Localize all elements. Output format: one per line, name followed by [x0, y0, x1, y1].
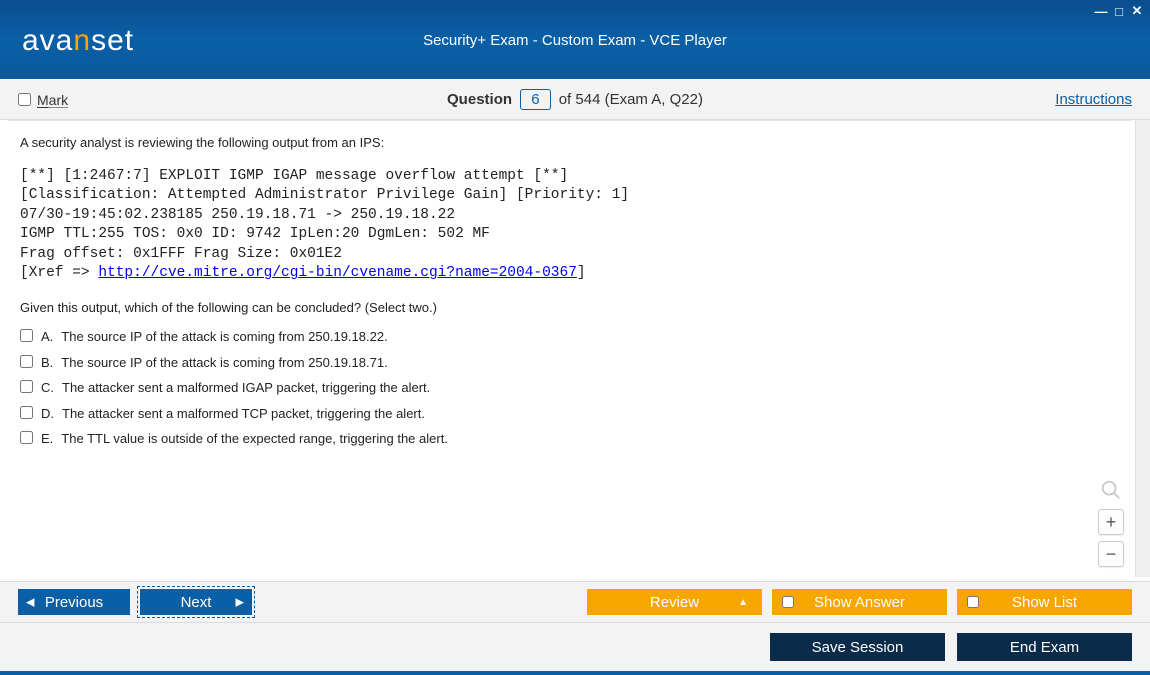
content-area: A security analyst is reviewing the foll…: [8, 120, 1132, 577]
mark-checkbox-wrap[interactable]: Mark: [18, 92, 68, 108]
option-a-letter: A.: [41, 327, 53, 347]
next-button[interactable]: Next ▶: [140, 589, 252, 615]
option-e-checkbox[interactable]: [20, 431, 33, 444]
question-word: Question: [447, 91, 512, 108]
ips-output: [**] [1:2467:7] EXPLOIT IGMP IGAP messag…: [20, 167, 1120, 284]
option-d-text: The attacker sent a malformed TCP packet…: [62, 404, 425, 424]
xref-link[interactable]: http://cve.mitre.org/cgi-bin/cvename.cgi…: [98, 265, 577, 281]
option-c-text: The attacker sent a malformed IGAP packe…: [62, 378, 430, 398]
option-e[interactable]: E. The TTL value is outside of the expec…: [20, 429, 1120, 449]
nav-bar: ◀ Previous Next ▶ Review ▲ Show Answer S…: [0, 581, 1150, 623]
option-a-checkbox[interactable]: [20, 329, 33, 342]
option-c-letter: C.: [41, 378, 54, 398]
option-a[interactable]: A. The source IP of the attack is coming…: [20, 327, 1120, 347]
window-title: Security+ Exam - Custom Exam - VCE Playe…: [0, 32, 1150, 49]
show-list-label: Show List: [1012, 594, 1077, 611]
option-e-letter: E.: [41, 429, 53, 449]
option-d[interactable]: D. The attacker sent a malformed TCP pac…: [20, 404, 1120, 424]
zoom-out-button[interactable]: −: [1098, 541, 1124, 567]
maximize-icon[interactable]: □: [1112, 4, 1126, 18]
title-bar: avanset Security+ Exam - Custom Exam - V…: [0, 0, 1150, 80]
option-d-letter: D.: [41, 404, 54, 424]
mono-post: ]: [577, 265, 586, 281]
option-b-letter: B.: [41, 353, 53, 373]
option-b-text: The source IP of the attack is coming fr…: [61, 353, 387, 373]
close-icon[interactable]: ✕: [1130, 4, 1144, 18]
chevron-right-icon: ▶: [236, 596, 244, 609]
show-answer-button[interactable]: Show Answer: [772, 589, 947, 615]
question-subprompt: Given this output, which of the followin…: [20, 298, 1120, 318]
zoom-controls: + −: [1098, 479, 1124, 567]
mark-label[interactable]: Mark: [37, 92, 68, 108]
option-e-text: The TTL value is outside of the expected…: [61, 429, 448, 449]
previous-button[interactable]: ◀ Previous: [18, 589, 130, 615]
question-meta: Question 6 of 544 (Exam A, Q22): [0, 89, 1150, 110]
option-c-checkbox[interactable]: [20, 380, 33, 393]
show-answer-label: Show Answer: [814, 594, 905, 611]
show-list-checkbox[interactable]: [967, 596, 979, 608]
triangle-up-icon: ▲: [738, 597, 748, 608]
zoom-in-button[interactable]: +: [1098, 509, 1124, 535]
option-b-checkbox[interactable]: [20, 355, 33, 368]
window-controls: — □ ✕: [1094, 4, 1144, 18]
next-label: Next: [181, 594, 212, 611]
minimize-icon[interactable]: —: [1094, 4, 1108, 18]
magnifier-icon[interactable]: [1100, 479, 1122, 501]
save-session-button[interactable]: Save Session: [770, 633, 945, 661]
bottom-bar: Save Session End Exam: [0, 623, 1150, 675]
chevron-left-icon: ◀: [26, 596, 34, 609]
question-of: of 544 (Exam A, Q22): [559, 91, 703, 108]
instructions-link[interactable]: Instructions: [1055, 91, 1132, 108]
info-bar: Mark Question 6 of 544 (Exam A, Q22) Ins…: [0, 80, 1150, 120]
previous-label: Previous: [45, 594, 103, 611]
mark-checkbox[interactable]: [18, 93, 31, 106]
option-a-text: The source IP of the attack is coming fr…: [61, 327, 387, 347]
review-button[interactable]: Review ▲: [587, 589, 762, 615]
show-list-button[interactable]: Show List: [957, 589, 1132, 615]
end-exam-button[interactable]: End Exam: [957, 633, 1132, 661]
show-answer-checkbox[interactable]: [782, 596, 794, 608]
vertical-scrollbar[interactable]: [1135, 120, 1150, 577]
options-list: A. The source IP of the attack is coming…: [20, 327, 1120, 449]
question-prompt: A security analyst is reviewing the foll…: [20, 133, 1120, 153]
option-d-checkbox[interactable]: [20, 406, 33, 419]
question-number[interactable]: 6: [520, 89, 550, 110]
option-b[interactable]: B. The source IP of the attack is coming…: [20, 353, 1120, 373]
review-label: Review: [650, 594, 699, 611]
option-c[interactable]: C. The attacker sent a malformed IGAP pa…: [20, 378, 1120, 398]
